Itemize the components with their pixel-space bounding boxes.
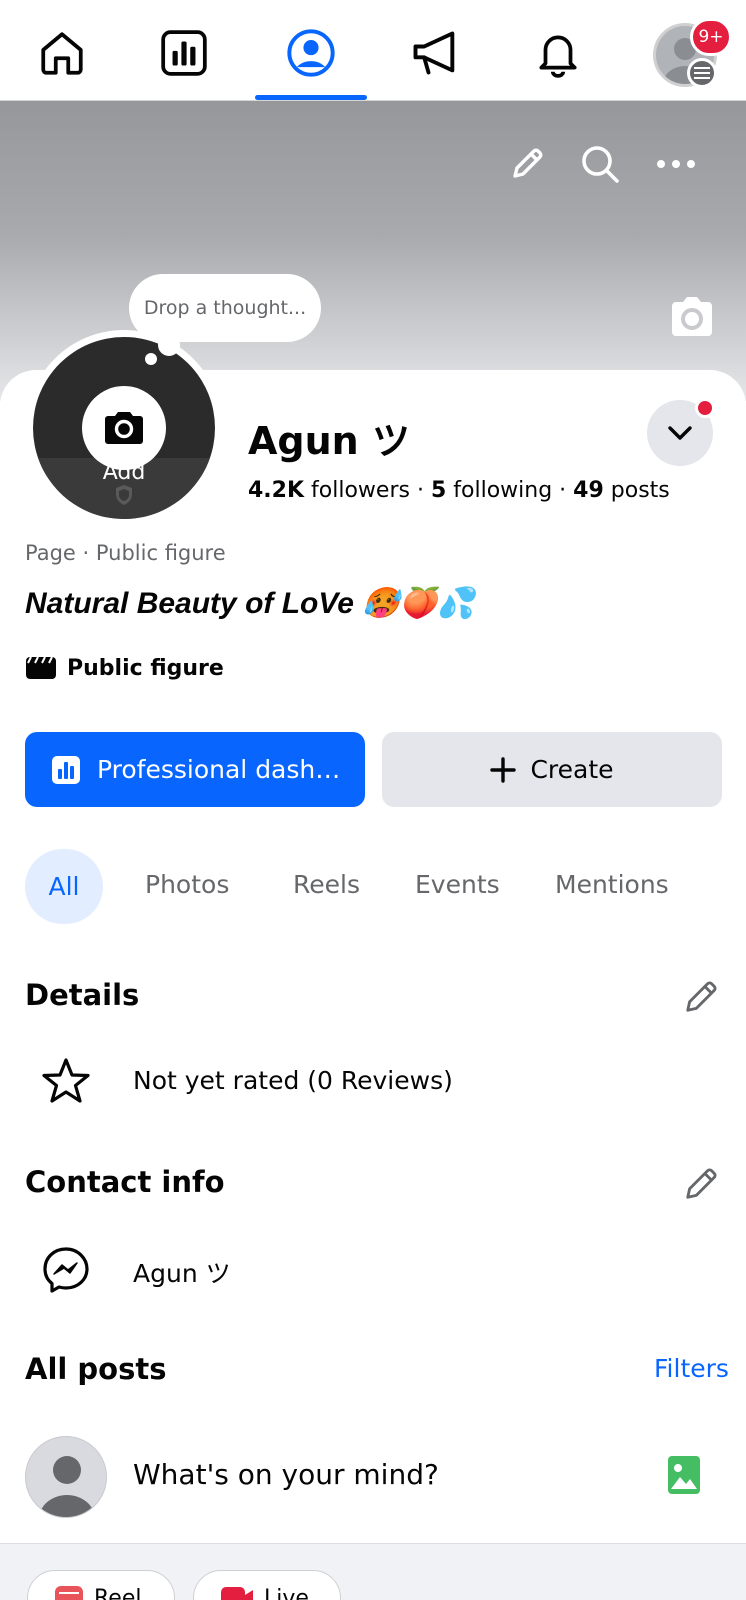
professional-dashboard-button[interactable]: Professional dash… (25, 732, 365, 807)
profile-bio: Natural Beauty of LoVe 🥵🍑💦 (25, 587, 475, 620)
profile-stats: 4.2K followers · 5 following · 49 posts (248, 478, 670, 503)
following-count: 5 (430, 478, 447, 503)
live-video-icon (221, 1587, 253, 1600)
followers-label[interactable]: followers (311, 478, 410, 503)
tab-reels[interactable]: Reels (293, 870, 360, 899)
tab-mentions[interactable]: Mentions (555, 870, 669, 899)
posts-label: posts (610, 478, 670, 503)
chevron-down-icon (668, 426, 692, 440)
reel-icon (55, 1586, 83, 1600)
reel-chip[interactable]: Reel (27, 1570, 175, 1600)
photo-icon[interactable] (666, 1455, 702, 1495)
public-figure-row: Public figure (25, 655, 224, 681)
top-nav-bar: 9+ (0, 0, 746, 101)
messenger-name[interactable]: Agun ツ (133, 1254, 231, 1290)
public-figure-label: Public figure (67, 655, 224, 681)
posts-count: 49 (573, 478, 604, 503)
professional-dashboard-label: Professional dash… (97, 755, 341, 784)
edit-details-icon[interactable] (680, 974, 724, 1018)
home-icon[interactable] (26, 20, 98, 86)
notification-badge: 9+ (690, 18, 732, 56)
stats-separator: · (552, 478, 574, 503)
star-icon (38, 1053, 94, 1109)
clapperboard-icon (26, 656, 56, 679)
megaphone-icon[interactable] (399, 20, 471, 86)
page-category: Page · Public figure (25, 541, 226, 565)
dashboard-icon[interactable] (148, 20, 220, 86)
details-title: Details (25, 978, 140, 1012)
drop-a-thought-bubble[interactable]: Drop a thought... (129, 274, 321, 342)
add-profile-picture-label[interactable]: Add (33, 460, 215, 485)
plus-icon (490, 756, 517, 783)
composer-avatar (25, 1436, 107, 1518)
messenger-icon (38, 1242, 94, 1298)
tab-all[interactable]: All (25, 849, 103, 924)
tab-photos[interactable]: Photos (145, 870, 229, 899)
filters-link[interactable]: Filters (654, 1354, 729, 1383)
live-chip[interactable]: Live (193, 1570, 341, 1600)
following-label[interactable]: following (453, 478, 552, 503)
shield-icon (114, 484, 134, 506)
composer-input[interactable]: What's on your mind? (133, 1458, 439, 1491)
search-icon[interactable] (575, 139, 625, 189)
profile-name: Agun ツ (248, 419, 410, 463)
create-label: Create (530, 755, 614, 784)
camera-icon[interactable] (82, 386, 166, 470)
followers-count: 4.2K (248, 478, 305, 503)
more-options-icon[interactable] (651, 139, 701, 189)
live-label: Live (264, 1585, 309, 1600)
edit-contact-icon[interactable] (680, 1161, 724, 1205)
create-button[interactable]: Create (382, 732, 722, 807)
tab-events[interactable]: Events (415, 870, 500, 899)
contact-info-title: Contact info (25, 1165, 225, 1199)
pencil-icon[interactable] (502, 139, 552, 189)
rating-text: Not yet rated (0 Reviews) (133, 1066, 453, 1095)
dashboard-icon (52, 755, 80, 784)
reel-label: Reel (94, 1585, 142, 1600)
active-tab-indicator (255, 95, 367, 100)
menu-icon[interactable] (687, 58, 717, 88)
profile-icon[interactable] (275, 20, 347, 86)
switch-profile-dot (695, 398, 715, 418)
bell-icon[interactable] (522, 20, 594, 86)
all-posts-title: All posts (25, 1352, 167, 1386)
cover-camera-icon[interactable] (667, 292, 717, 342)
stats-separator: · (409, 478, 431, 503)
thought-bubble-dot-small (145, 353, 157, 365)
